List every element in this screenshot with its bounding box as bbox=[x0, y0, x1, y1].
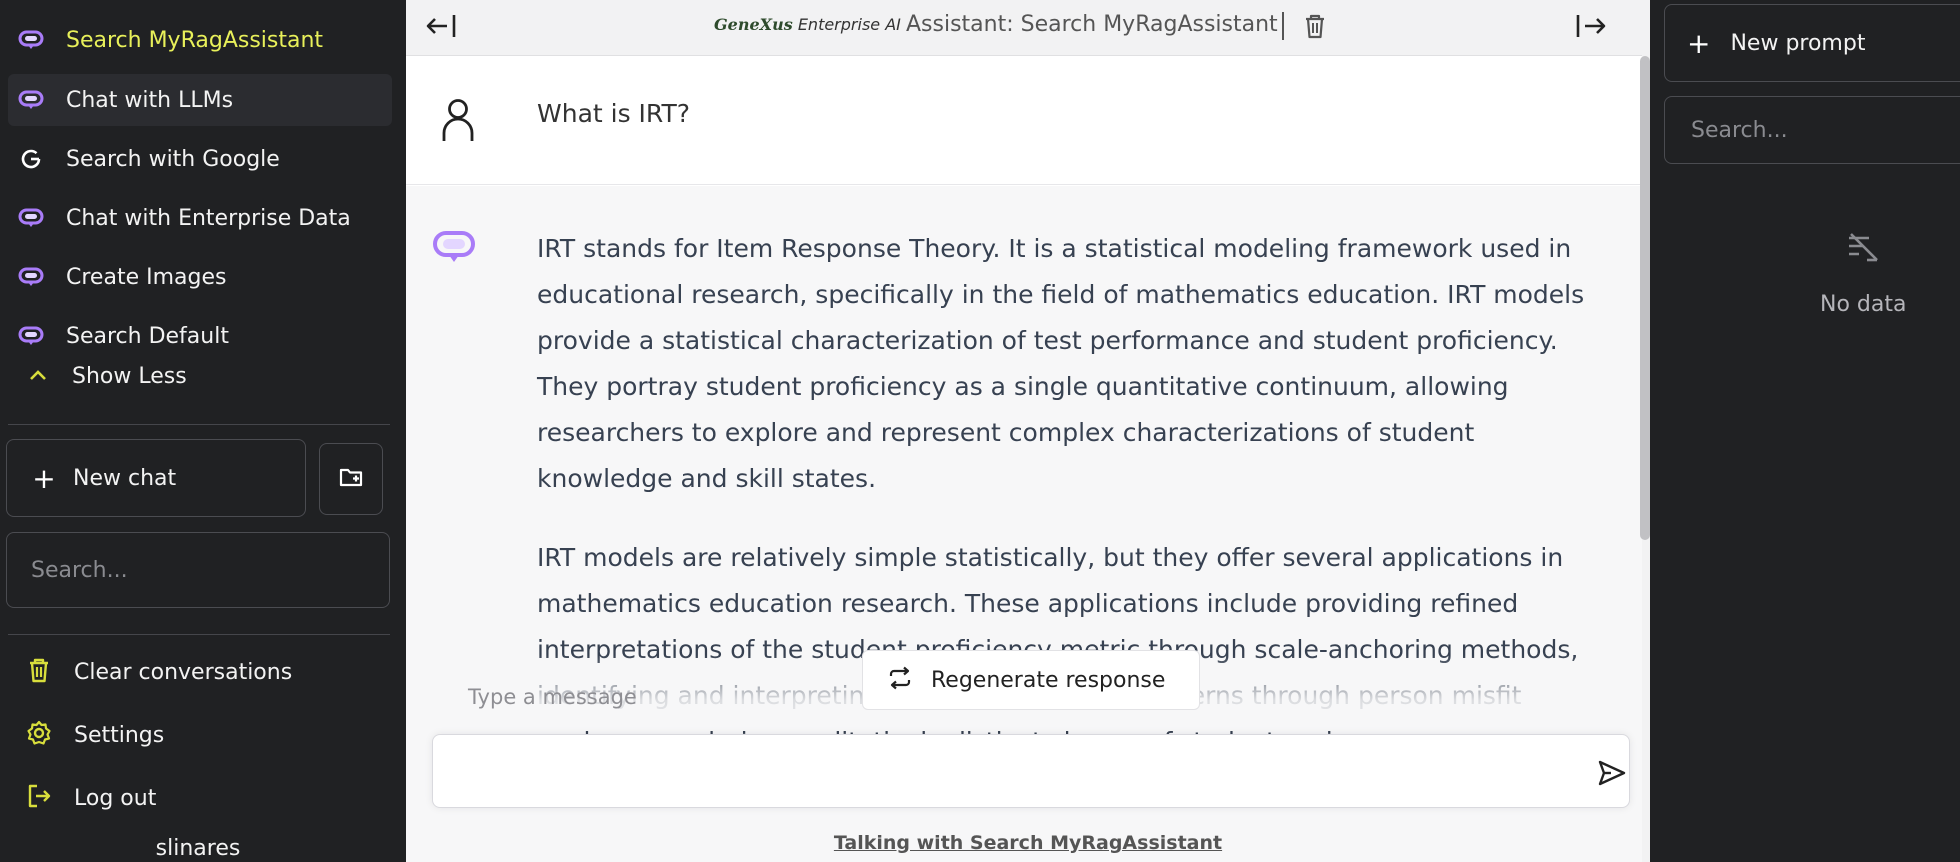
collapse-right-icon[interactable] bbox=[1572, 10, 1608, 46]
no-data-label: No data bbox=[1820, 292, 1907, 317]
assistant-item-search-with-google[interactable]: Search with Google bbox=[8, 133, 392, 185]
new-folder-button[interactable] bbox=[319, 443, 383, 515]
clear-conversations-label: Clear conversations bbox=[74, 659, 293, 685]
conversation-search-input[interactable] bbox=[6, 532, 390, 608]
user-message-row: What is IRT? bbox=[406, 57, 1642, 185]
regenerate-response-button[interactable]: Regenerate response bbox=[862, 650, 1200, 710]
chat-header: GeneXus Enterprise AI Assistant: Search … bbox=[406, 0, 1642, 56]
assistant-item-label: Chat with Enterprise Data bbox=[66, 205, 351, 231]
settings-label: Settings bbox=[74, 722, 165, 748]
logout-icon bbox=[24, 781, 54, 815]
header-separator bbox=[1282, 12, 1284, 40]
gear-icon bbox=[24, 718, 54, 752]
chevron-up-icon bbox=[26, 367, 50, 387]
assistant-item-chat-with-enterprise-data[interactable]: Chat with Enterprise Data bbox=[8, 192, 392, 244]
new-prompt-button[interactable]: + New prompt bbox=[1664, 4, 1960, 82]
assistant-item-label: Search with Google bbox=[66, 146, 280, 172]
prompts-panel: + New prompt No data bbox=[1650, 0, 1960, 862]
plus-icon: + bbox=[1687, 26, 1711, 60]
new-chat-label: New chat bbox=[73, 465, 177, 491]
user-avatar-icon bbox=[438, 97, 478, 147]
show-less-toggle[interactable]: Show Less bbox=[26, 364, 187, 389]
assistant-bubble-icon bbox=[16, 206, 46, 230]
message-input[interactable] bbox=[449, 751, 1549, 791]
google-icon bbox=[16, 147, 46, 171]
new-prompt-label: New prompt bbox=[1730, 30, 1866, 56]
left-sidebar: Search MyRagAssistant Chat with LLMs Sea… bbox=[0, 0, 406, 862]
assistant-bubble-icon bbox=[16, 88, 46, 112]
assistant-item-create-images[interactable]: Create Images bbox=[8, 251, 392, 303]
logout-button[interactable]: Log out bbox=[24, 781, 156, 815]
sidebar-divider bbox=[8, 424, 390, 425]
composer-placeholder-label: Type a message bbox=[468, 685, 637, 709]
assistant-item-search-default[interactable]: Search Default bbox=[8, 310, 392, 362]
assistant-bubble-icon bbox=[16, 265, 46, 289]
clear-conversations-button[interactable]: Clear conversations bbox=[24, 655, 292, 689]
folder-plus-icon bbox=[338, 465, 364, 493]
username: slinares bbox=[155, 836, 241, 861]
settings-button[interactable]: Settings bbox=[24, 718, 164, 752]
answer-paragraph: IRT stands for Item Response Theory. It … bbox=[537, 234, 1585, 493]
user-message-text: What is IRT? bbox=[537, 99, 691, 128]
no-data-icon bbox=[1845, 230, 1881, 270]
prompt-search-input[interactable] bbox=[1664, 96, 1960, 164]
logout-label: Log out bbox=[74, 785, 157, 811]
regenerate-response-label: Regenerate response bbox=[931, 667, 1166, 693]
assistant-item-label: Create Images bbox=[66, 264, 227, 290]
show-less-label: Show Less bbox=[72, 364, 187, 389]
assistant-item-label: Chat with LLMs bbox=[66, 87, 234, 113]
assistant-item-search-myragassistant[interactable]: Search MyRagAssistant bbox=[8, 14, 392, 66]
message-input-container bbox=[432, 734, 1630, 808]
assistant-item-label: Search MyRagAssistant bbox=[66, 27, 324, 53]
trash-icon bbox=[24, 655, 54, 689]
new-chat-button[interactable]: + New chat bbox=[6, 439, 306, 517]
assistant-bubble-icon bbox=[16, 28, 46, 52]
delete-conversation-icon[interactable] bbox=[1302, 12, 1328, 44]
chat-main: GeneXus Enterprise AI Assistant: Search … bbox=[406, 0, 1650, 862]
talking-with-link[interactable]: Talking with Search MyRagAssistant bbox=[406, 832, 1650, 854]
assistant-item-label: Search Default bbox=[66, 323, 229, 349]
assistant-item-chat-with-llms[interactable]: Chat with LLMs bbox=[8, 74, 392, 126]
sidebar-divider bbox=[8, 634, 390, 635]
chat-scrollbar[interactable] bbox=[1640, 56, 1650, 540]
genexus-logo: GeneXus Enterprise AI bbox=[714, 15, 901, 34]
send-icon[interactable] bbox=[1597, 759, 1627, 791]
assistant-title: Assistant: Search MyRagAssistant bbox=[906, 12, 1278, 37]
assistant-bubble-icon bbox=[16, 324, 46, 348]
refresh-icon bbox=[887, 666, 913, 694]
assistant-avatar-icon bbox=[432, 230, 476, 268]
plus-icon: + bbox=[32, 461, 56, 495]
collapse-left-icon[interactable] bbox=[424, 10, 460, 46]
